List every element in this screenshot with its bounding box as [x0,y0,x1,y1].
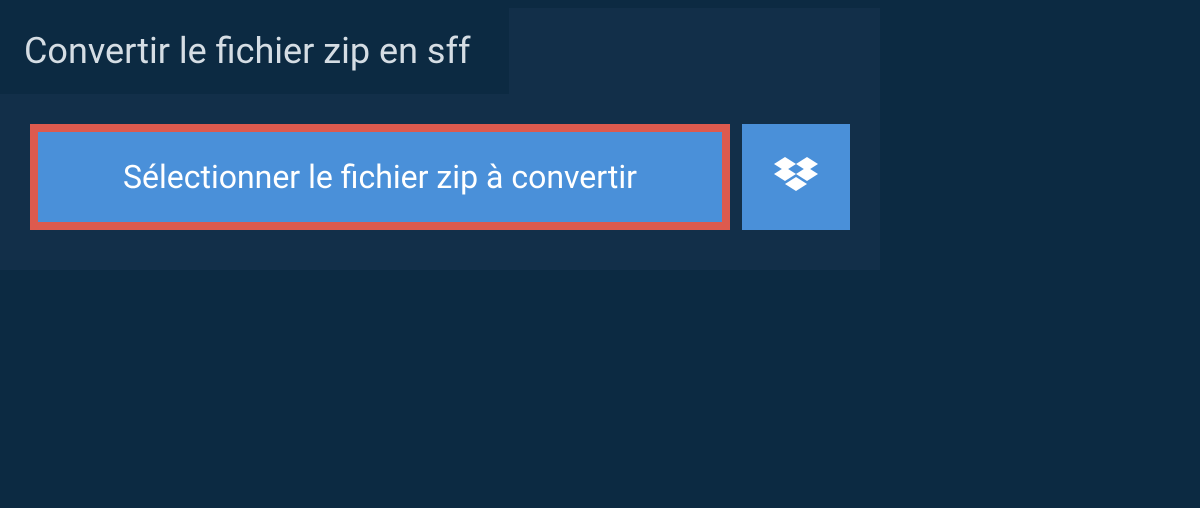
button-row: Sélectionner le fichier zip à convertir [0,94,880,270]
dropbox-icon [774,157,818,197]
tab-header: Convertir le fichier zip en sff [0,8,509,94]
dropbox-button[interactable] [742,124,850,230]
select-file-label: Sélectionner le fichier zip à convertir [123,158,637,196]
page-title: Convertir le fichier zip en sff [24,30,471,72]
conversion-panel: Convertir le fichier zip en sff Sélectio… [0,8,880,270]
select-file-button[interactable]: Sélectionner le fichier zip à convertir [30,124,730,230]
